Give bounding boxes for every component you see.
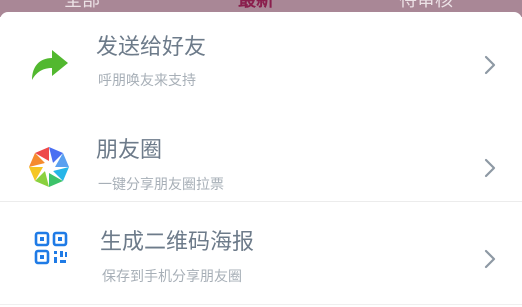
moments-aperture-icon xyxy=(26,144,72,190)
tab-pending-review[interactable]: 待审核 xyxy=(399,0,453,11)
qr-code-icon xyxy=(32,229,72,269)
tab-all[interactable]: 全部 xyxy=(64,0,100,11)
share-option-moments[interactable]: 朋友圈 一键分享朋友圈拉票 xyxy=(0,107,522,202)
option-title: 发送给好友 xyxy=(96,35,207,60)
option-subtitle: 保存到手机分享朋友圈 xyxy=(102,269,242,285)
share-sheet: 发送给好友 呼朋唤友来支持 朋友圈 一键分享朋友圈拉票 生成二维码海报 保存到手… xyxy=(0,12,522,307)
option-title: 朋友圈 xyxy=(96,138,163,163)
chevron-right-icon xyxy=(483,248,497,270)
option-title: 生成二维码海报 xyxy=(100,230,255,255)
share-option-qr-poster[interactable]: 生成二维码海报 保存到手机分享朋友圈 xyxy=(0,202,522,306)
share-option-send-to-friend[interactable]: 发送给好友 呼朋唤友来支持 xyxy=(0,12,522,107)
chevron-right-icon xyxy=(483,157,497,179)
option-subtitle: 呼朋唤友来支持 xyxy=(98,73,196,89)
option-subtitle: 一键分享朋友圈拉票 xyxy=(98,177,224,193)
divider xyxy=(0,304,522,305)
share-page: 全部 最新 待审核 发送给好友 呼朋唤友来支持 朋友圈 一键分享朋友圈拉票 生成… xyxy=(0,0,522,307)
share-arrow-icon xyxy=(26,42,72,88)
chevron-right-icon xyxy=(483,54,497,76)
tab-latest[interactable]: 最新 xyxy=(238,0,274,11)
